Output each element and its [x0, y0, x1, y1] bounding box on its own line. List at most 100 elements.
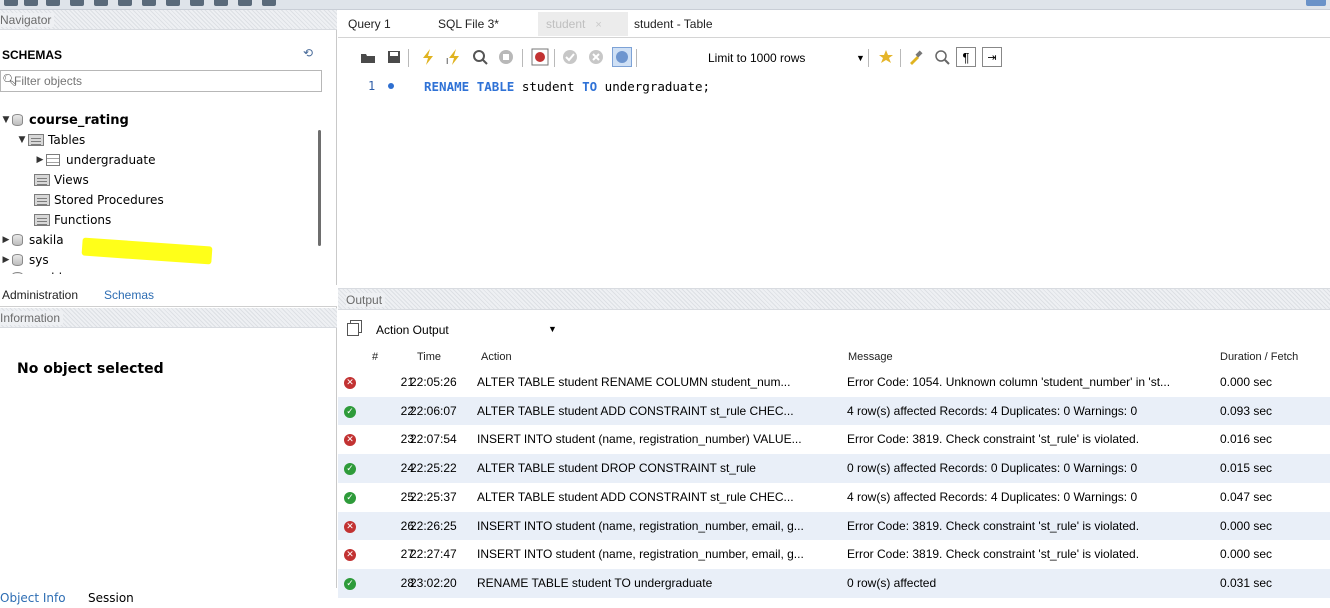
cell-action: INSERT INTO student (name, registration_… [477, 432, 802, 447]
table-row[interactable]: ✕ 23 22:07:54 INSERT INTO student (name, re… [338, 425, 1330, 454]
table-icon [46, 154, 60, 166]
execute-icon[interactable] [418, 47, 438, 67]
success-status-icon: ✓ [344, 405, 356, 418]
tab-object-info[interactable]: Object Info [0, 588, 66, 608]
find-icon[interactable] [932, 47, 952, 67]
refresh-icon[interactable]: ⟲ [303, 46, 313, 60]
cell-duration: 0.047 sec [1220, 489, 1273, 504]
cell-message: Error Code: 3819. Check constraint 'st_r… [847, 547, 1140, 562]
tab-session[interactable]: Session [88, 588, 134, 608]
cell-action: ALTER TABLE student ADD CONSTRAINT st_ru… [477, 489, 794, 504]
beautify-brush-icon[interactable] [906, 47, 926, 67]
sql-editor-toolbar: I Limit to 1000 rows ▼ ¶ ⇥ [338, 43, 1330, 73]
tree-node-stored-procedures[interactable]: Stored Procedures [34, 190, 164, 210]
toolbar-icon[interactable] [262, 0, 276, 6]
invisible-chars-icon[interactable]: ¶ [956, 47, 976, 67]
tree-node-views[interactable]: Views [34, 170, 89, 190]
tree-node-undergraduate[interactable]: ▶ undergraduate [34, 150, 156, 170]
word-wrap-icon[interactable]: ⇥ [982, 47, 1002, 67]
output-type-select[interactable]: Action Output [376, 323, 449, 337]
tree-node-course-rating[interactable]: ▼ course_rating [0, 110, 129, 130]
tree-node-sys[interactable]: ▶ sys [0, 250, 49, 270]
toolbar-icon[interactable] [142, 0, 156, 6]
toolbar-icon[interactable] [166, 0, 180, 6]
toolbar-icon[interactable] [94, 0, 108, 6]
tree-node-label: Functions [54, 213, 112, 227]
table-row[interactable]: ✓ 22 22:06:07 ALTER TABLE student ADD CONST… [338, 396, 1330, 426]
stop-icon[interactable] [496, 47, 516, 67]
open-folder-icon[interactable] [358, 47, 378, 67]
tab-student[interactable]: student × [538, 12, 628, 36]
copy-icon[interactable] [347, 323, 359, 336]
cell-message: 4 row(s) affected Records: 4 Duplicates:… [847, 489, 1138, 504]
toolbar-icon[interactable] [4, 0, 18, 6]
expand-arrow-icon[interactable]: ▼ [0, 115, 12, 125]
column-header-time[interactable]: Time [417, 348, 441, 366]
toggle-error-icon[interactable] [530, 47, 550, 67]
expand-arrow-icon[interactable]: ▼ [16, 135, 28, 145]
toolbar-icon[interactable] [24, 0, 38, 6]
save-icon[interactable] [384, 47, 404, 67]
table-row[interactable]: ✓ 28 23:02:20 RENAME TABLE student TO under… [338, 568, 1330, 598]
error-status-icon: ✕ [344, 434, 356, 447]
cell-action: INSERT INTO student (name, registration_… [477, 518, 804, 533]
tree-node-label: Views [54, 173, 89, 187]
tree-node-label: course_rating [29, 112, 129, 128]
chevron-down-icon[interactable]: ▼ [856, 47, 865, 69]
collapsed-arrow-icon[interactable]: ▶ [0, 273, 12, 274]
commit-icon[interactable] [560, 47, 580, 67]
table-row[interactable]: ✕ 27 22:27:47 INSERT INTO student (name, re… [338, 540, 1330, 569]
folder-icon [28, 134, 44, 146]
tab-schemas[interactable]: Schemas [102, 285, 156, 307]
tree-node-tables[interactable]: ▼ Tables [16, 130, 86, 150]
toolbar-icon[interactable] [70, 0, 84, 6]
database-icon [12, 272, 23, 274]
output-header: Output [338, 288, 1330, 310]
tab-student-table[interactable]: student - Table [626, 12, 721, 36]
sql-code-line[interactable]: RENAME TABLE student TO undergraduate; [424, 79, 710, 94]
column-header-duration[interactable]: Duration / Fetch [1220, 348, 1298, 366]
error-status-icon: ✕ [344, 377, 356, 389]
tab-query-1[interactable]: Query 1 [340, 12, 399, 36]
limit-rows-select[interactable]: Limit to 1000 rows [708, 47, 805, 69]
toolbar-icon[interactable] [46, 0, 60, 6]
tree-node-label: Stored Procedures [54, 193, 164, 207]
rollback-icon[interactable] [586, 47, 606, 67]
table-row[interactable]: ✓ 25 22:25:37 ALTER TABLE student ADD CONST… [338, 483, 1330, 512]
filter-objects-input[interactable] [14, 73, 314, 89]
toolbar-icon[interactable] [214, 0, 228, 6]
toolbar-icon[interactable] [190, 0, 204, 6]
table-row[interactable]: ✕ 26 22:26:25 INSERT INTO student (name, re… [338, 511, 1330, 541]
output-toolbar: Action Output ▼ [338, 319, 1330, 343]
tab-sql-file-3[interactable]: SQL File 3* [430, 12, 507, 36]
table-row[interactable]: ✓ 24 22:25:22 ALTER TABLE student DROP CONS… [338, 454, 1330, 483]
autocommit-toggle-icon[interactable] [612, 47, 632, 67]
chevron-down-icon[interactable]: ▼ [548, 324, 557, 334]
tree-node-world[interactable]: ▶ world [0, 268, 62, 274]
toolbar-icon[interactable] [238, 0, 252, 6]
tree-scrollbar[interactable] [318, 130, 321, 246]
column-header-action[interactable]: Action [481, 348, 512, 366]
filter-objects-box[interactable]: 🔍︎ [0, 70, 322, 92]
cell-message: 0 row(s) affected Records: 0 Duplicates:… [847, 461, 1138, 476]
explain-icon[interactable] [470, 47, 490, 67]
cell-time: 23:02:20 [410, 575, 457, 590]
tab-administration[interactable]: Administration [0, 285, 80, 307]
tree-node-sakila[interactable]: ▶ sakila [0, 230, 64, 250]
collapsed-arrow-icon[interactable]: ▶ [0, 235, 12, 245]
collapsed-arrow-icon[interactable]: ▶ [34, 155, 46, 165]
table-row[interactable]: ✕ 21 22:05:26 ALTER TABLE student RENAME CO… [338, 368, 1330, 397]
add-snippet-star-icon[interactable] [876, 47, 896, 67]
tree-node-functions[interactable]: Functions [34, 210, 111, 230]
sql-editor[interactable]: 1 RENAME TABLE student TO undergraduate; [338, 76, 1330, 280]
column-header-message[interactable]: Message [848, 348, 893, 366]
column-header-num[interactable]: # [372, 348, 378, 366]
navigator-header: Navigator [0, 10, 337, 30]
collapsed-arrow-icon[interactable]: ▶ [0, 255, 12, 265]
close-icon[interactable]: × [595, 19, 601, 31]
layout-toggle-icon[interactable] [1306, 0, 1326, 6]
information-header: Information [0, 308, 337, 328]
sql-keyword: RENAME [424, 79, 470, 94]
execute-current-icon[interactable]: I [444, 47, 464, 67]
toolbar-icon[interactable] [118, 0, 132, 6]
